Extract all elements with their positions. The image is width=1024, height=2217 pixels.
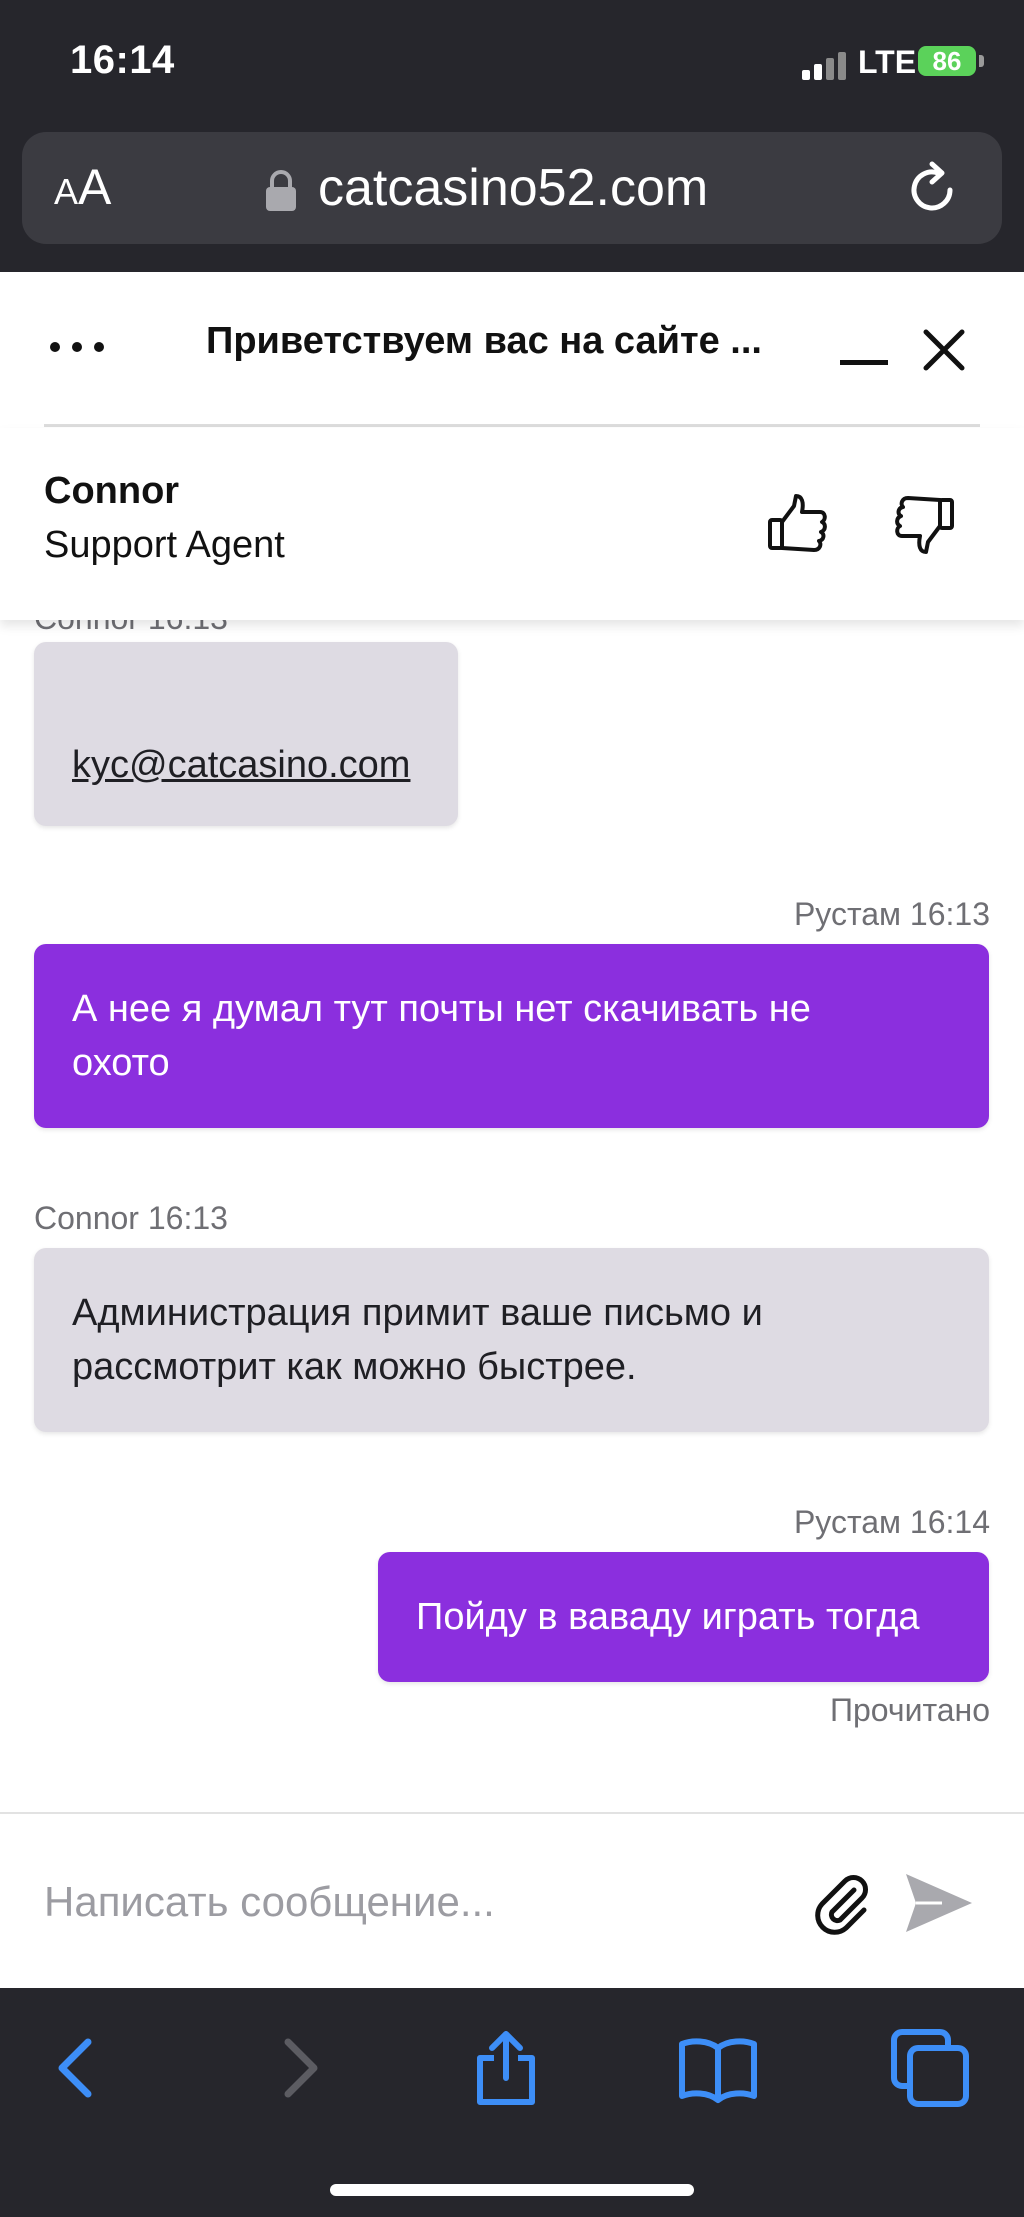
battery-level: 86 xyxy=(932,45,962,76)
header-divider xyxy=(44,424,980,427)
thumbs-down-icon[interactable] xyxy=(892,492,956,556)
lock-icon xyxy=(266,170,296,211)
thumbs-up-icon[interactable] xyxy=(766,492,830,556)
close-icon[interactable] xyxy=(920,326,968,374)
network-type: LTE xyxy=(858,44,917,80)
tabs-icon[interactable] xyxy=(890,2028,970,2108)
reload-icon[interactable] xyxy=(902,160,962,220)
reader-settings-button[interactable]: AA xyxy=(54,158,111,216)
composer xyxy=(0,1812,1024,1990)
message-meta: Рустам 16:14 xyxy=(793,1504,990,1540)
more-icon[interactable] xyxy=(50,342,110,354)
message-text-line: А нее я думал тут почты нет скачивать не xyxy=(72,988,811,1030)
agent-name: Connor xyxy=(44,470,180,512)
agent-bar: Connor Support Agent xyxy=(0,428,1024,620)
browser-bar: AA catcasino52.com xyxy=(0,120,1024,272)
status-bar: 16:14 LTE 86 xyxy=(0,0,1024,120)
address-bar[interactable]: AA catcasino52.com xyxy=(22,132,1002,244)
chat-title: Приветствуем вас на сайте ... xyxy=(206,320,762,362)
minimize-icon[interactable] xyxy=(840,360,888,365)
forward-icon[interactable] xyxy=(258,2028,338,2108)
message-text-line: охото xyxy=(72,1042,170,1084)
status-time: 16:14 xyxy=(70,38,175,82)
message-text-line: Администрация примит ваше письмо и xyxy=(72,1292,763,1334)
email-link[interactable]: kyc@catcasino.com xyxy=(72,738,410,792)
agent-role: Support Agent xyxy=(44,524,285,566)
home-indicator[interactable] xyxy=(330,2184,694,2196)
message-text-line: рассмотрит как можно быстрее. xyxy=(72,1346,637,1388)
message-list[interactable]: Connor 16:13 kyc@catcasino.com Рустам 16… xyxy=(0,600,1024,1810)
read-status: Прочитано xyxy=(830,1692,990,1728)
signal-icon xyxy=(802,50,852,80)
agent-message-bubble: kyc@catcasino.com xyxy=(34,642,458,826)
user-message-bubble: Пойду в ваваду играть тогда xyxy=(378,1552,989,1682)
back-icon[interactable] xyxy=(38,2028,118,2108)
share-icon[interactable] xyxy=(466,2028,546,2108)
battery-icon: 86 xyxy=(918,46,976,76)
browser-toolbar xyxy=(0,1988,1024,2217)
agent-message-bubble: Администрация примит ваше письмо и рассм… xyxy=(34,1248,989,1432)
message-meta: Рустам 16:13 xyxy=(793,896,990,932)
send-icon[interactable] xyxy=(902,1870,974,1936)
message-text: Пойду в ваваду играть тогда xyxy=(416,1596,920,1638)
bookmarks-icon[interactable] xyxy=(678,2028,758,2108)
message-meta: Connor 16:13 xyxy=(34,1200,228,1236)
chat-header: Приветствуем вас на сайте ... xyxy=(0,272,1024,427)
url-text[interactable]: catcasino52.com xyxy=(318,158,708,218)
paperclip-icon[interactable] xyxy=(810,1870,876,1936)
battery-nub xyxy=(979,55,984,67)
message-input[interactable] xyxy=(44,1866,784,1938)
user-message-bubble: А нее я думал тут почты нет скачивать не… xyxy=(34,944,989,1128)
